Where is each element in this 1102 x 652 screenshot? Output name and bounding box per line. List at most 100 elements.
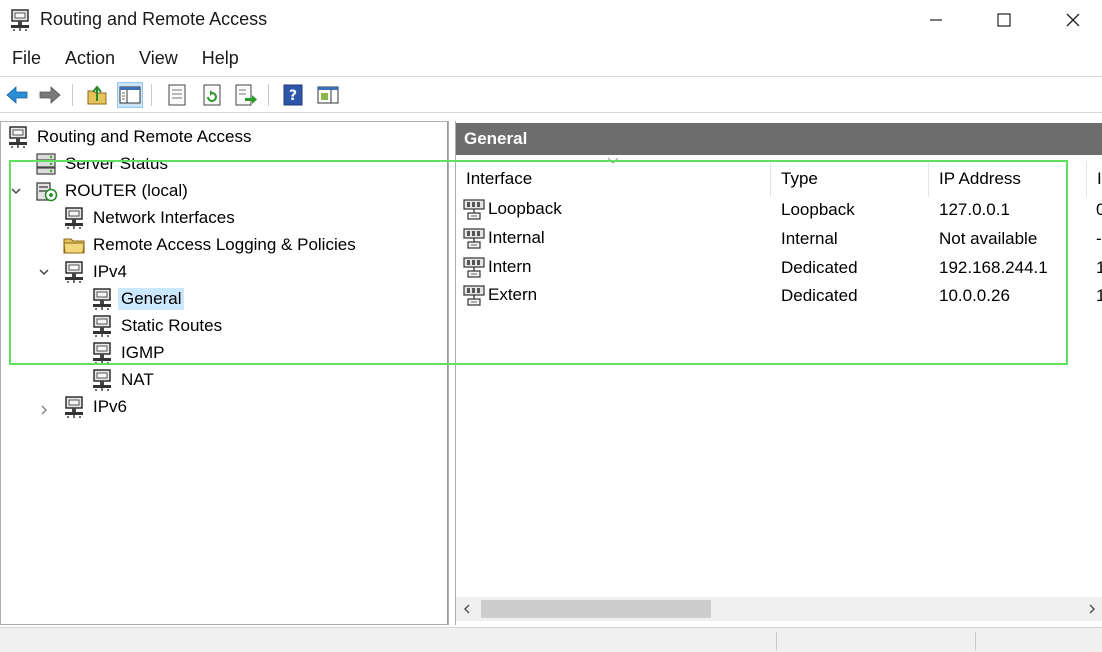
scrollbar-thumb[interactable] [481, 600, 711, 618]
ipv6-expander[interactable] [37, 403, 51, 417]
router-expander[interactable] [9, 184, 23, 198]
router-icon [6, 125, 30, 149]
column-header-ip-address[interactable]: IP Address [929, 161, 1087, 197]
console-tree[interactable]: Routing and Remote Access Server Status … [0, 121, 449, 625]
show-hide-tree-button[interactable] [117, 82, 143, 108]
chevron-right-icon [1089, 604, 1096, 614]
close-icon [1066, 13, 1080, 27]
tree-item-label: Server Status [65, 154, 168, 173]
interface-name: Loopback [488, 199, 562, 218]
help-icon: ? [283, 84, 303, 106]
tree-item-label: Static Routes [121, 316, 223, 335]
cell-next: 1 [1096, 258, 1102, 278]
tree-item-nat[interactable]: NAT [90, 367, 157, 393]
help-button[interactable]: ? [280, 82, 306, 108]
back-button[interactable] [4, 82, 30, 108]
cell-type: Loopback [781, 200, 855, 219]
svg-text:?: ? [289, 88, 297, 104]
up-level-button[interactable] [84, 82, 110, 108]
details-header: General [456, 123, 1102, 155]
cell-next: 1 [1096, 286, 1102, 306]
tree-item-ipv6[interactable]: IPv6 [62, 394, 130, 420]
menu-help[interactable]: Help [190, 44, 251, 74]
tree-item-label: Routing and Remote Access [37, 127, 252, 146]
column-header-type[interactable]: Type [771, 161, 929, 197]
chevron-down-icon [39, 269, 49, 276]
minimize-icon [930, 19, 942, 21]
tree-item-static-routes[interactable]: Static Routes [90, 313, 225, 339]
tree-item-label: General [118, 288, 185, 310]
menu-file[interactable]: File [0, 44, 53, 74]
toolbar-separator [72, 84, 73, 106]
tree-item-ipv4[interactable]: IPv4 [62, 259, 130, 285]
column-header-interface[interactable]: Interface [456, 161, 771, 197]
minimize-button[interactable] [913, 0, 959, 40]
forward-arrow-icon [39, 86, 61, 104]
column-header-label: Interface [466, 169, 533, 188]
forward-button[interactable] [37, 82, 63, 108]
maximize-icon [997, 13, 1011, 27]
ipv4-expander[interactable] [37, 265, 51, 279]
tree-item-label: IGMP [121, 343, 165, 362]
status-divider [776, 632, 777, 650]
back-arrow-icon [6, 86, 28, 104]
folder-icon [62, 233, 86, 257]
menu-action[interactable]: Action [53, 44, 127, 74]
menu-bar: File Action View Help [0, 44, 251, 74]
router-icon [90, 287, 114, 311]
toolbar-separator [151, 84, 152, 106]
cell-ip-address: 10.0.0.26 [939, 286, 1010, 305]
maximize-button[interactable] [981, 0, 1027, 40]
chevron-down-icon [11, 188, 21, 195]
tree-item-server-status[interactable]: Server Status [34, 151, 171, 177]
tree-item-label: Remote Access Logging & Policies [93, 235, 356, 254]
tree-item-label: NAT [121, 370, 154, 389]
column-header-label: IP Address [939, 169, 1021, 188]
tree-item-network-interfaces[interactable]: Network Interfaces [62, 205, 238, 231]
interface-name: Intern [488, 257, 532, 276]
cell-next: 0 [1096, 200, 1102, 220]
status-divider [975, 632, 976, 650]
tree-item-remote-access-logging[interactable]: Remote Access Logging & Policies [62, 232, 359, 258]
details-pane[interactable]: General Interface Type IP Address I Loop… [455, 121, 1102, 625]
menu-view[interactable]: View [127, 44, 190, 74]
refresh-button[interactable] [199, 82, 225, 108]
cell-next: - [1096, 229, 1102, 248]
horizontal-scrollbar[interactable] [456, 597, 1102, 621]
interface-name: Internal [488, 228, 545, 247]
status-bar [0, 627, 1102, 652]
export-list-button[interactable] [233, 82, 259, 108]
network-interface-icon [462, 255, 486, 279]
cell-ip-address: 192.168.244.1 [939, 258, 1048, 277]
cell-interface: Internal [462, 226, 545, 250]
tree-item-label: Network Interfaces [93, 208, 235, 227]
close-button[interactable] [1050, 0, 1096, 40]
refresh-icon [203, 84, 221, 106]
interface-name: Extern [488, 285, 538, 304]
router-icon [62, 260, 86, 284]
sort-indicator-icon [607, 157, 619, 164]
show-hide-tree-icon [119, 86, 141, 104]
table-row[interactable]: Internal Internal Not available - [456, 225, 1102, 253]
tree-item-router-local[interactable]: ROUTER (local) [34, 178, 191, 204]
toolbar-divider [0, 112, 1102, 113]
tree-item-label: IPv6 [93, 397, 128, 416]
scroll-right-button[interactable] [1081, 597, 1102, 621]
cell-ip-address: Not available [939, 229, 1038, 248]
cell-interface: Extern [462, 283, 537, 307]
tree-item-label: IPv4 [93, 262, 128, 281]
scroll-left-button[interactable] [456, 597, 478, 621]
properties-icon [168, 84, 186, 106]
show-hide-action-pane-button[interactable] [315, 82, 341, 108]
column-header-next[interactable]: I [1087, 161, 1102, 197]
properties-button[interactable] [164, 82, 190, 108]
table-row[interactable]: Loopback Loopback 127.0.0.1 0 [456, 196, 1102, 224]
table-row[interactable]: Extern Dedicated 10.0.0.26 1 [456, 282, 1102, 310]
tree-item-igmp[interactable]: IGMP [90, 340, 167, 366]
router-icon [62, 206, 86, 230]
title-bar: Routing and Remote Access [0, 0, 1102, 40]
tree-item-routing-root[interactable]: Routing and Remote Access [6, 124, 255, 150]
tree-item-general[interactable]: General [90, 286, 185, 312]
table-row[interactable]: Intern Dedicated 192.168.244.1 1 [456, 254, 1102, 282]
routing-app-icon [8, 8, 32, 32]
